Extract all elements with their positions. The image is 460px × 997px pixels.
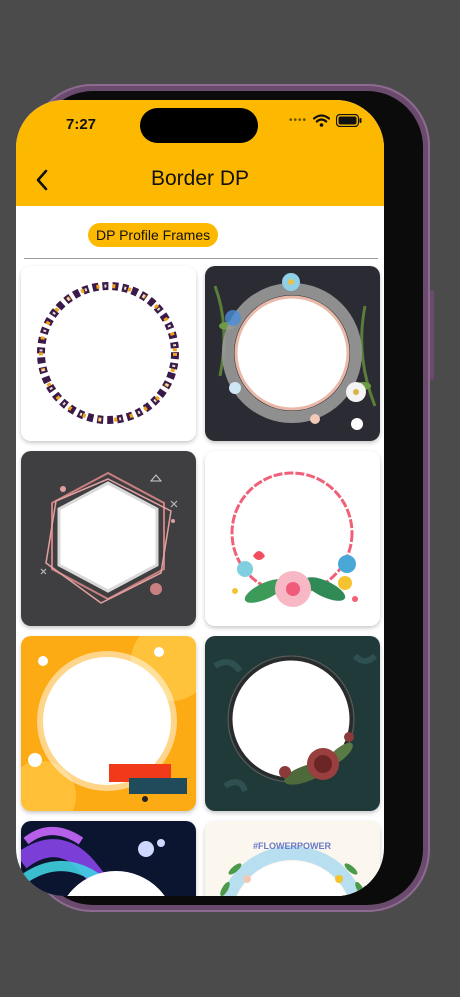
tab-bar: DP Profile Frames xyxy=(16,220,384,260)
frame-tile-6[interactable] xyxy=(205,636,380,811)
frames-grid: #FLOWERPOWER xyxy=(16,266,384,896)
flowerpower-text: #FLOWERPOWER xyxy=(253,841,331,851)
wifi-icon xyxy=(313,114,330,127)
frame-tile-7[interactable] xyxy=(21,821,196,896)
battery-icon xyxy=(336,114,362,127)
signal-icon: •••• xyxy=(288,115,307,126)
flower-neon-ring-frame xyxy=(205,266,380,441)
frame-tile-3[interactable] xyxy=(21,451,196,626)
status-time: 7:27 xyxy=(66,116,97,133)
rose-ring-frame xyxy=(205,636,380,811)
tab-divider xyxy=(24,258,378,259)
frame-tile-1[interactable] xyxy=(21,266,196,441)
frame-tile-4[interactable] xyxy=(205,451,380,626)
flowerpower-frame: #FLOWERPOWER xyxy=(205,821,380,896)
frame-tile-2[interactable] xyxy=(205,266,380,441)
page-title: Border DP xyxy=(150,167,250,190)
dynamic-island xyxy=(140,108,258,143)
app-header: 7:27 •••• Border DP xyxy=(16,100,384,206)
frame-tile-8[interactable]: #FLOWERPOWER xyxy=(205,821,380,896)
hexagon-frame xyxy=(21,451,196,626)
tab-dp-profile-frames[interactable]: DP Profile Frames xyxy=(88,223,219,247)
floral-ring-frame xyxy=(21,266,196,441)
frame-tile-5[interactable] xyxy=(21,636,196,811)
screen: 7:27 •••• Border DP DP Profile Frames #F… xyxy=(16,100,384,896)
orange-circle-frame xyxy=(21,636,196,811)
power-button xyxy=(430,290,434,380)
wavy-flower-frame xyxy=(205,451,380,626)
neon-wave-frame xyxy=(21,821,196,896)
status-icons: •••• xyxy=(289,114,362,127)
